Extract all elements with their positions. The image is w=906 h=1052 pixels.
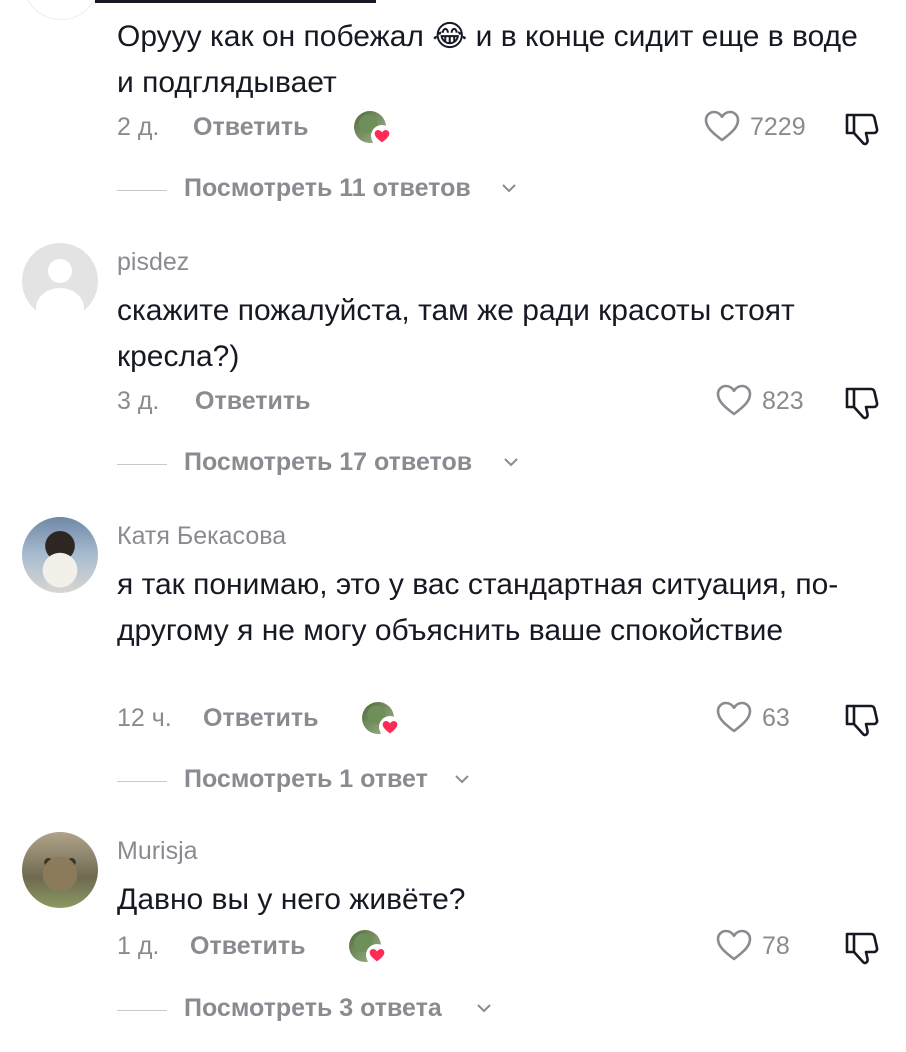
replies-divider — [117, 1010, 167, 1011]
like-count: 78 — [762, 932, 790, 960]
thumbs-down-icon[interactable] — [843, 384, 881, 422]
heart-badge-icon — [366, 944, 388, 966]
thumbs-down-icon[interactable] — [843, 110, 881, 148]
comment-username[interactable]: pisdez — [117, 248, 189, 277]
heart-outline-icon — [704, 110, 740, 142]
creator-liked-badge — [362, 700, 402, 740]
comment-username[interactable]: Катя Бекасова — [117, 522, 286, 551]
view-replies-label: Посмотреть 3 ответа — [184, 994, 442, 1022]
heart-outline-icon — [716, 384, 752, 416]
chevron-down-icon — [477, 1004, 491, 1013]
avatar[interactable] — [22, 243, 98, 319]
chevron-down-icon — [502, 184, 516, 193]
thumbs-down-icon[interactable] — [843, 701, 881, 739]
default-avatar-icon — [48, 259, 72, 283]
chevron-down-icon — [504, 458, 518, 467]
comment-time: 3 д. — [117, 387, 160, 415]
reply-button[interactable]: Ответить — [203, 704, 319, 733]
heart-outline-icon — [716, 929, 752, 961]
replies-divider — [117, 464, 167, 465]
like-count: 7229 — [750, 113, 806, 141]
replies-divider — [117, 781, 167, 782]
comment-text: скажите пожалуйста, там же ради красоты … — [117, 294, 795, 373]
comment-username[interactable]: Murisja — [117, 837, 198, 866]
reply-button[interactable]: Ответить — [193, 113, 309, 142]
avatar[interactable] — [22, 832, 98, 908]
comment-time: 1 д. — [117, 932, 160, 960]
view-replies-label: Посмотреть 1 ответ — [184, 765, 428, 793]
like-count: 823 — [762, 387, 804, 415]
avatar[interactable] — [22, 517, 98, 593]
comment-time: 2 д. — [117, 113, 160, 141]
comment-text: я так понимаю, это у вас стандартная сит… — [117, 568, 839, 647]
replies-divider — [117, 190, 167, 191]
heart-outline-icon — [716, 701, 752, 733]
comment-text: Давно вы у него живёте? — [117, 883, 466, 916]
heart-badge-icon — [379, 716, 401, 738]
view-replies-label: Посмотреть 11 ответов — [184, 174, 471, 202]
reply-button[interactable]: Ответить — [190, 932, 306, 961]
thumbs-down-icon[interactable] — [843, 929, 881, 967]
chevron-down-icon — [455, 775, 469, 784]
comment-text: Орууу как он побежал 😂 и в конце сидит е… — [117, 20, 858, 99]
heart-badge-icon — [371, 125, 393, 147]
like-count: 63 — [762, 704, 790, 732]
scroll-indicator — [95, 0, 376, 3]
creator-liked-badge — [354, 109, 394, 149]
avatar[interactable] — [22, 0, 100, 20]
reply-button[interactable]: Ответить — [195, 387, 311, 416]
comment-time: 12 ч. — [117, 704, 172, 732]
creator-liked-badge — [349, 928, 389, 968]
view-replies-label: Посмотреть 17 ответов — [184, 448, 473, 476]
